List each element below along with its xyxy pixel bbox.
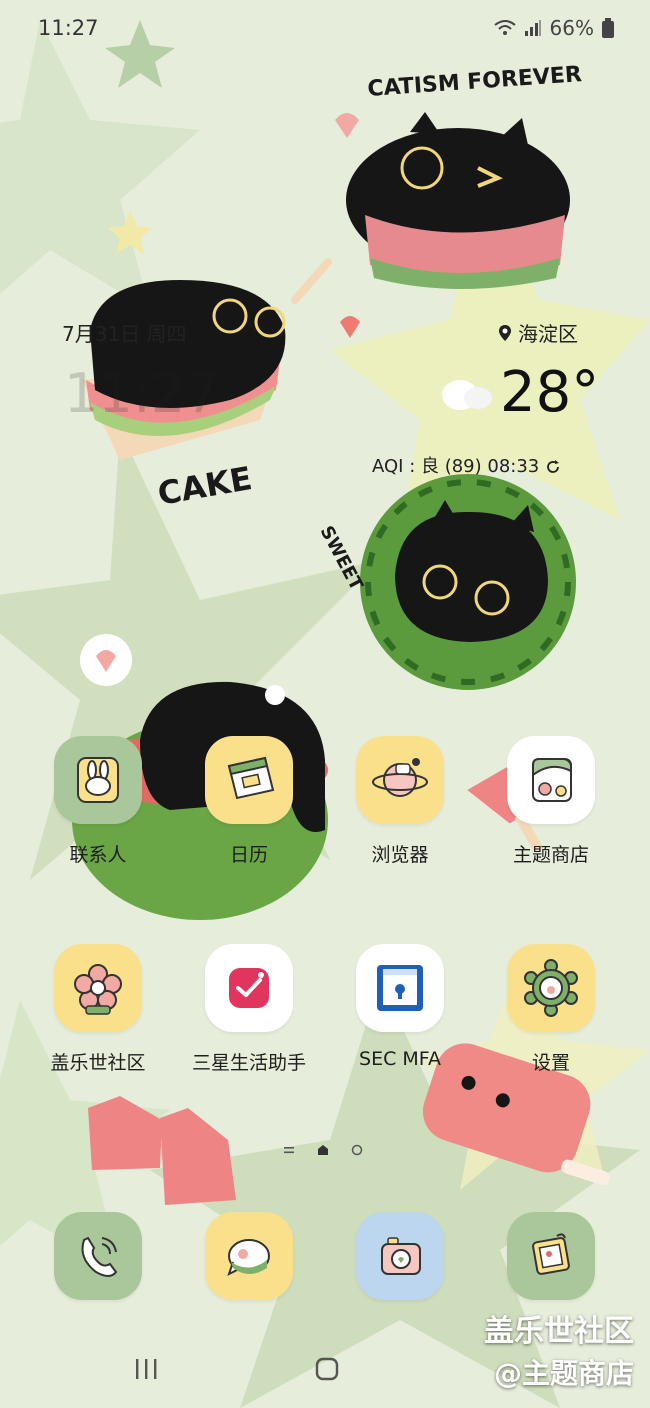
recent-apps-icon[interactable] bbox=[134, 1358, 158, 1380]
wallpaper: CATISM FOREVER CAKE SWEET bbox=[0, 0, 650, 1408]
camera-icon bbox=[356, 1212, 444, 1300]
app-life-assistant[interactable]: 三星生活助手 bbox=[174, 944, 324, 1075]
widget-location: 海淀区 bbox=[498, 318, 578, 347]
app-label: SEC MFA bbox=[359, 1048, 441, 1070]
app-contacts[interactable]: 联系人 bbox=[23, 736, 173, 867]
navigation-bar bbox=[0, 1330, 650, 1408]
gallery-icon bbox=[507, 1212, 595, 1300]
app-browser[interactable]: 浏览器 bbox=[325, 736, 475, 867]
page-dot-icon[interactable] bbox=[351, 1144, 363, 1156]
wifi-icon bbox=[493, 20, 516, 35]
planet-browser-icon bbox=[356, 736, 444, 824]
theme-store-icon bbox=[507, 736, 595, 824]
app-label: 三星生活助手 bbox=[191, 1052, 306, 1074]
phone-icon bbox=[54, 1212, 142, 1300]
refresh-icon bbox=[547, 460, 559, 473]
status-icons: 66% bbox=[493, 16, 614, 40]
home-button-icon[interactable] bbox=[315, 1357, 339, 1381]
location-name: 海淀区 bbox=[518, 322, 578, 346]
app-label: 联系人 bbox=[69, 844, 127, 866]
dock-camera[interactable] bbox=[325, 1212, 475, 1300]
location-pin-icon bbox=[499, 324, 511, 341]
dock-messages[interactable] bbox=[174, 1212, 324, 1300]
messages-icon bbox=[205, 1212, 293, 1300]
flower-community-icon bbox=[54, 944, 142, 1032]
app-sec-mfa[interactable]: SEC MFA bbox=[325, 944, 475, 1070]
dock-phone[interactable] bbox=[23, 1212, 173, 1300]
signal-icon bbox=[524, 20, 541, 36]
app-theme-store[interactable]: 主题商店 bbox=[476, 736, 626, 867]
battery-percent: 66% bbox=[549, 16, 594, 40]
aqi-text: AQI : 良 (89) 08:33 bbox=[372, 456, 540, 477]
status-bar: 11:27 66% bbox=[0, 0, 650, 60]
widget-aqi: AQI : 良 (89) 08:33 bbox=[372, 452, 561, 478]
bunny-contacts-icon bbox=[54, 736, 142, 824]
app-label: 设置 bbox=[531, 1052, 570, 1074]
page-home-icon[interactable] bbox=[317, 1144, 329, 1156]
battery-icon bbox=[602, 18, 614, 38]
app-label: 盖乐世社区 bbox=[50, 1052, 146, 1074]
app-label: 日历 bbox=[229, 844, 268, 866]
status-time: 11:27 bbox=[38, 16, 99, 40]
calendar-icon bbox=[205, 736, 293, 824]
app-calendar[interactable]: 日历 bbox=[174, 736, 324, 867]
gear-icon bbox=[507, 944, 595, 1032]
app-galaxy-community[interactable]: 盖乐世社区 bbox=[23, 944, 173, 1075]
sec-mfa-icon bbox=[356, 944, 444, 1032]
app-settings[interactable]: 设置 bbox=[476, 944, 626, 1075]
widget-date: 7月31日 周四 bbox=[62, 322, 187, 346]
page-indicator[interactable] bbox=[283, 1144, 363, 1156]
page-list-icon[interactable] bbox=[283, 1145, 295, 1155]
app-label: 主题商店 bbox=[512, 844, 589, 866]
widget-temperature: 28° bbox=[500, 360, 600, 425]
app-label: 浏览器 bbox=[371, 844, 429, 866]
life-assistant-icon bbox=[205, 944, 293, 1032]
weather-cloud-icon bbox=[442, 380, 492, 410]
widget-clock: 11:27 bbox=[64, 362, 220, 425]
dock-gallery[interactable] bbox=[476, 1212, 626, 1300]
